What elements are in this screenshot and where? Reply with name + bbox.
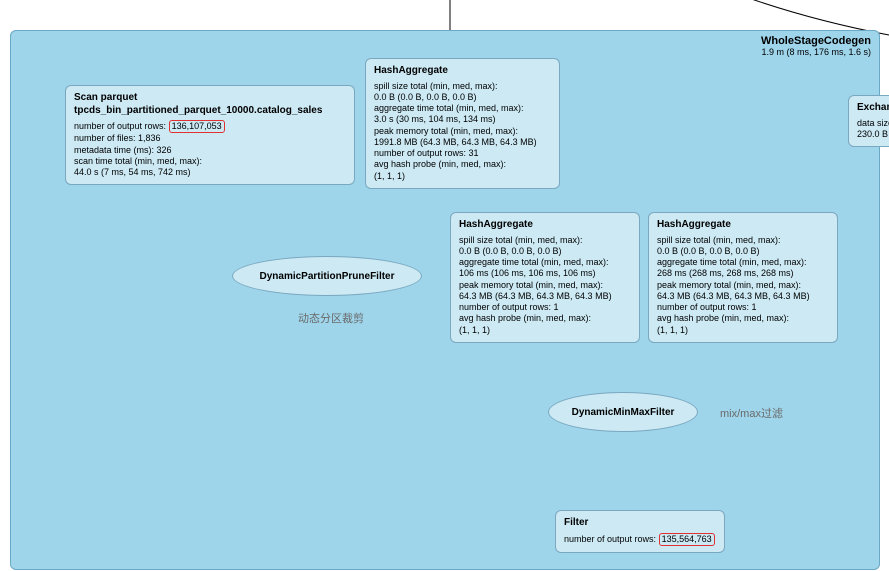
- annotation-dmm: mix/max过滤: [720, 405, 783, 421]
- scan-row-output: number of output rows: 136,107,053: [74, 120, 346, 133]
- agg-right-title: HashAggregate: [657, 219, 829, 232]
- hash-aggregate-left[interactable]: HashAggregate spill size total (min, med…: [450, 212, 640, 343]
- stage-subtitle: 1.9 m (8 ms, 176 ms, 1.6 s): [761, 47, 871, 57]
- exchange-node[interactable]: Exchang data size 230.0 B (: [848, 95, 889, 147]
- scan-parquet-node[interactable]: Scan parquet tpcds_bin_partitioned_parqu…: [65, 85, 355, 185]
- filter-node[interactable]: Filter number of output rows: 135,564,76…: [555, 510, 725, 553]
- scan-files: number of files: 1,836: [74, 133, 346, 144]
- filter-output-rows-highlight: 135,564,763: [659, 533, 715, 546]
- scan-time-val: 44.0 s (7 ms, 54 ms, 742 ms): [74, 167, 346, 178]
- scan-time-label: scan time total (min, med, max):: [74, 156, 346, 167]
- hash-aggregate-right[interactable]: HashAggregate spill size total (min, med…: [648, 212, 838, 343]
- filter-output-rows: number of output rows: 135,564,763: [564, 533, 716, 546]
- annotation-dpf: 动态分区裁剪: [298, 310, 364, 326]
- dynamic-minmax-filter[interactable]: DynamicMinMaxFilter: [548, 392, 698, 432]
- hash-aggregate-top[interactable]: HashAggregate spill size total (min, med…: [365, 58, 560, 189]
- dynamic-partition-prune-filter[interactable]: DynamicPartitionPruneFilter: [232, 256, 422, 296]
- dmm-label: DynamicMinMaxFilter: [572, 407, 675, 418]
- agg-left-title: HashAggregate: [459, 219, 631, 232]
- agg-top-title: HashAggregate: [374, 65, 551, 78]
- exchange-title: Exchang: [857, 102, 889, 115]
- scan-title: Scan parquet tpcds_bin_partitioned_parqu…: [74, 92, 346, 117]
- stage-title-text: WholeStageCodegen: [761, 35, 871, 47]
- scan-output-rows-highlight: 136,107,053: [169, 120, 225, 133]
- filter-title: Filter: [564, 517, 716, 530]
- scan-meta: metadata time (ms): 326: [74, 145, 346, 156]
- dpf-label: DynamicPartitionPruneFilter: [259, 271, 394, 282]
- stage-title: WholeStageCodegen 1.9 m (8 ms, 176 ms, 1…: [761, 35, 871, 57]
